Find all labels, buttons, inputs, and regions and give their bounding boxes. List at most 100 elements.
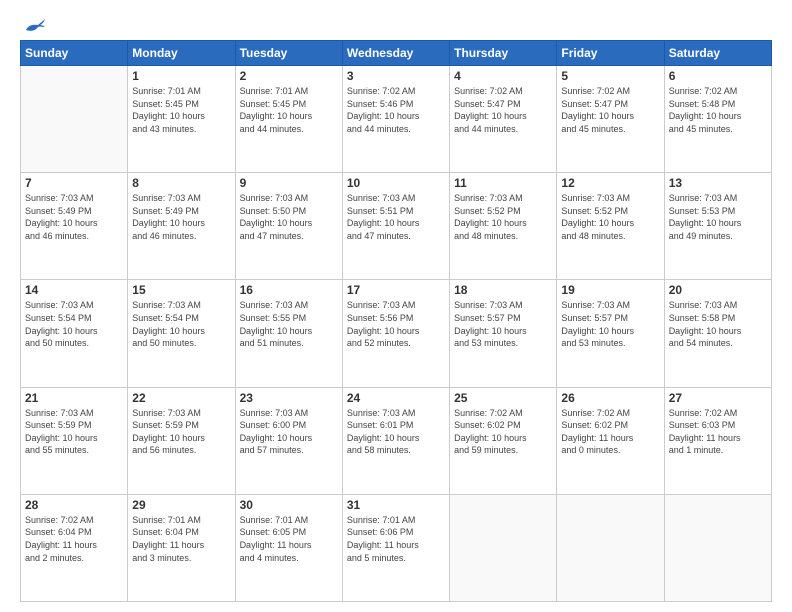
calendar-cell: 24Sunrise: 7:03 AM Sunset: 6:01 PM Dayli… [342, 387, 449, 494]
day-info: Sunrise: 7:02 AM Sunset: 5:47 PM Dayligh… [454, 85, 552, 135]
day-info: Sunrise: 7:02 AM Sunset: 6:02 PM Dayligh… [454, 407, 552, 457]
day-info: Sunrise: 7:02 AM Sunset: 5:47 PM Dayligh… [561, 85, 659, 135]
calendar-header-friday: Friday [557, 41, 664, 66]
day-number: 1 [132, 69, 230, 83]
calendar-cell [21, 66, 128, 173]
day-number: 5 [561, 69, 659, 83]
calendar-header-thursday: Thursday [450, 41, 557, 66]
calendar-cell: 15 Sunrise: 7:03 AM Sunset: 5:54 PM Dayli… [128, 280, 235, 387]
day-info: Sunrise: 7:03 AM Sunset: 5:50 PM Dayligh… [240, 192, 338, 242]
calendar-cell: 8 Sunrise: 7:03 AM Sunset: 5:49 PM Daylig… [128, 173, 235, 280]
day-info: Sunrise: 7:03 AM Sunset: 5:52 PM Dayligh… [454, 192, 552, 242]
day-info: Sunrise: 7:02 AM Sunset: 6:04 PM Dayligh… [25, 514, 123, 564]
day-info: Sunrise: 7:03 AM Sunset: 5:57 PM Dayligh… [561, 299, 659, 349]
day-number: 21 [25, 391, 123, 405]
day-number: 17 [347, 283, 445, 297]
day-number: 30 [240, 498, 338, 512]
day-info: Sunrise: 7:01 AM Sunset: 6:05 PM Dayligh… [240, 514, 338, 564]
day-number: 12 [561, 176, 659, 190]
calendar-cell [557, 494, 664, 601]
day-info: Sunrise: 7:03 AM Sunset: 5:59 PM Dayligh… [25, 407, 123, 457]
day-number: 9 [240, 176, 338, 190]
calendar-cell: 13 Sunrise: 7:03 AM Sunset: 5:53 PM Dayli… [664, 173, 771, 280]
calendar-cell: 9 Sunrise: 7:03 AM Sunset: 5:50 PM Daylig… [235, 173, 342, 280]
page: SundayMondayTuesdayWednesdayThursdayFrid… [0, 0, 792, 612]
day-info: Sunrise: 7:03 AM Sunset: 5:54 PM Dayligh… [132, 299, 230, 349]
calendar-cell: 18 Sunrise: 7:03 AM Sunset: 5:57 PM Dayli… [450, 280, 557, 387]
day-number: 20 [669, 283, 767, 297]
calendar-cell: 6 Sunrise: 7:02 AM Sunset: 5:48 PM Daylig… [664, 66, 771, 173]
calendar-week-row: 28 Sunrise: 7:02 AM Sunset: 6:04 PM Dayli… [21, 494, 772, 601]
calendar-cell: 3 Sunrise: 7:02 AM Sunset: 5:46 PM Daylig… [342, 66, 449, 173]
day-info: Sunrise: 7:03 AM Sunset: 6:01 PM Dayligh… [347, 407, 445, 457]
day-number: 26 [561, 391, 659, 405]
calendar-cell: 7Sunrise: 7:03 AM Sunset: 5:49 PM Daylig… [21, 173, 128, 280]
calendar-cell: 22Sunrise: 7:03 AM Sunset: 5:59 PM Dayli… [128, 387, 235, 494]
day-info: Sunrise: 7:02 AM Sunset: 5:46 PM Dayligh… [347, 85, 445, 135]
day-number: 19 [561, 283, 659, 297]
day-number: 13 [669, 176, 767, 190]
calendar-cell [664, 494, 771, 601]
calendar-cell: 23 Sunrise: 7:03 AM Sunset: 6:00 PM Dayli… [235, 387, 342, 494]
calendar-table: SundayMondayTuesdayWednesdayThursdayFrid… [20, 40, 772, 602]
calendar-cell: 12Sunrise: 7:03 AM Sunset: 5:52 PM Dayli… [557, 173, 664, 280]
day-info: Sunrise: 7:03 AM Sunset: 5:53 PM Dayligh… [669, 192, 767, 242]
calendar-header-wednesday: Wednesday [342, 41, 449, 66]
calendar-header-tuesday: Tuesday [235, 41, 342, 66]
day-number: 18 [454, 283, 552, 297]
calendar-cell: 21 Sunrise: 7:03 AM Sunset: 5:59 PM Dayli… [21, 387, 128, 494]
calendar-header-sunday: Sunday [21, 41, 128, 66]
calendar-week-row: 14Sunrise: 7:03 AM Sunset: 5:54 PM Dayli… [21, 280, 772, 387]
calendar-header-row: SundayMondayTuesdayWednesdayThursdayFrid… [21, 41, 772, 66]
day-info: Sunrise: 7:02 AM Sunset: 5:48 PM Dayligh… [669, 85, 767, 135]
day-number: 31 [347, 498, 445, 512]
logo [20, 16, 48, 34]
day-number: 29 [132, 498, 230, 512]
day-info: Sunrise: 7:02 AM Sunset: 6:02 PM Dayligh… [561, 407, 659, 457]
day-info: Sunrise: 7:03 AM Sunset: 5:49 PM Dayligh… [25, 192, 123, 242]
logo-bird-icon [24, 16, 46, 34]
day-info: Sunrise: 7:03 AM Sunset: 5:58 PM Dayligh… [669, 299, 767, 349]
calendar-cell: 27Sunrise: 7:02 AM Sunset: 6:03 PM Dayli… [664, 387, 771, 494]
calendar-cell: 29 Sunrise: 7:01 AM Sunset: 6:04 PM Dayli… [128, 494, 235, 601]
day-number: 2 [240, 69, 338, 83]
day-info: Sunrise: 7:03 AM Sunset: 5:59 PM Dayligh… [132, 407, 230, 457]
day-info: Sunrise: 7:03 AM Sunset: 6:00 PM Dayligh… [240, 407, 338, 457]
day-number: 10 [347, 176, 445, 190]
day-info: Sunrise: 7:03 AM Sunset: 5:55 PM Dayligh… [240, 299, 338, 349]
day-info: Sunrise: 7:01 AM Sunset: 6:04 PM Dayligh… [132, 514, 230, 564]
day-info: Sunrise: 7:01 AM Sunset: 5:45 PM Dayligh… [132, 85, 230, 135]
day-number: 28 [25, 498, 123, 512]
day-info: Sunrise: 7:03 AM Sunset: 5:57 PM Dayligh… [454, 299, 552, 349]
calendar-cell: 20 Sunrise: 7:03 AM Sunset: 5:58 PM Dayli… [664, 280, 771, 387]
calendar-cell: 16 Sunrise: 7:03 AM Sunset: 5:55 PM Dayli… [235, 280, 342, 387]
day-number: 15 [132, 283, 230, 297]
day-number: 16 [240, 283, 338, 297]
calendar-cell: 25 Sunrise: 7:02 AM Sunset: 6:02 PM Dayli… [450, 387, 557, 494]
calendar-week-row: 1 Sunrise: 7:01 AM Sunset: 5:45 PM Daylig… [21, 66, 772, 173]
calendar-cell: 2Sunrise: 7:01 AM Sunset: 5:45 PM Daylig… [235, 66, 342, 173]
calendar-week-row: 21 Sunrise: 7:03 AM Sunset: 5:59 PM Dayli… [21, 387, 772, 494]
calendar-cell [450, 494, 557, 601]
calendar-cell: 19 Sunrise: 7:03 AM Sunset: 5:57 PM Dayli… [557, 280, 664, 387]
day-number: 3 [347, 69, 445, 83]
calendar-body: 1 Sunrise: 7:01 AM Sunset: 5:45 PM Daylig… [21, 66, 772, 602]
calendar-cell: 10Sunrise: 7:03 AM Sunset: 5:51 PM Dayli… [342, 173, 449, 280]
calendar-cell: 14Sunrise: 7:03 AM Sunset: 5:54 PM Dayli… [21, 280, 128, 387]
day-info: Sunrise: 7:03 AM Sunset: 5:54 PM Dayligh… [25, 299, 123, 349]
calendar-cell: 4Sunrise: 7:02 AM Sunset: 5:47 PM Daylig… [450, 66, 557, 173]
calendar-cell: 5 Sunrise: 7:02 AM Sunset: 5:47 PM Daylig… [557, 66, 664, 173]
calendar-cell: 26 Sunrise: 7:02 AM Sunset: 6:02 PM Dayli… [557, 387, 664, 494]
day-number: 11 [454, 176, 552, 190]
day-info: Sunrise: 7:01 AM Sunset: 6:06 PM Dayligh… [347, 514, 445, 564]
day-info: Sunrise: 7:03 AM Sunset: 5:49 PM Dayligh… [132, 192, 230, 242]
day-info: Sunrise: 7:02 AM Sunset: 6:03 PM Dayligh… [669, 407, 767, 457]
day-number: 8 [132, 176, 230, 190]
day-number: 25 [454, 391, 552, 405]
header [20, 16, 772, 34]
calendar-cell: 30 Sunrise: 7:01 AM Sunset: 6:05 PM Dayli… [235, 494, 342, 601]
day-number: 6 [669, 69, 767, 83]
calendar-cell: 17Sunrise: 7:03 AM Sunset: 5:56 PM Dayli… [342, 280, 449, 387]
day-number: 23 [240, 391, 338, 405]
calendar-week-row: 7Sunrise: 7:03 AM Sunset: 5:49 PM Daylig… [21, 173, 772, 280]
